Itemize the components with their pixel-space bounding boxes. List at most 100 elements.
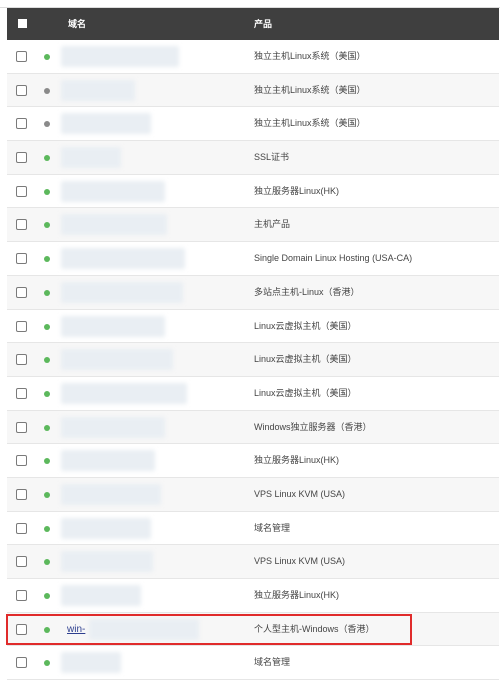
status-dot-icon [44, 289, 50, 296]
row-checkbox[interactable] [16, 590, 27, 601]
table-row[interactable]: Windows独立服务器（香港） [7, 410, 499, 445]
redacted-domain-mask [61, 214, 167, 236]
row-checkbox[interactable] [16, 387, 27, 399]
table-row[interactable]: VPS Linux KVM (USA) [7, 477, 499, 512]
table-row[interactable]: 域名管理 [7, 511, 499, 546]
redacted-domain-mask [61, 113, 151, 135]
row-checkbox[interactable] [16, 118, 27, 130]
status-dot-icon [44, 660, 50, 667]
row-checkbox[interactable] [16, 84, 27, 96]
status-dot-icon [44, 525, 50, 532]
domain-link[interactable]: win- [67, 613, 85, 646]
row-checkbox[interactable] [16, 354, 27, 366]
status-dot-icon [44, 390, 50, 397]
table-row[interactable]: Linux云虚拟主机（美国） [7, 309, 499, 344]
table-row[interactable]: VPS Linux KVM (USA) [7, 545, 499, 579]
row-checkbox[interactable] [16, 320, 27, 332]
product-name: 主机产品 [254, 219, 291, 230]
row-checkbox[interactable] [16, 152, 27, 164]
status-dot-icon [44, 424, 50, 431]
status-dot-icon [44, 357, 50, 364]
row-checkbox[interactable] [16, 522, 27, 534]
row-checkbox[interactable] [16, 556, 27, 568]
row-checkbox[interactable] [16, 286, 27, 298]
column-header-product[interactable]: 产品 [254, 8, 272, 40]
status-dot-icon [44, 188, 50, 195]
redacted-domain-mask [61, 281, 183, 303]
product-name: 独立服务器Linux(HK) [254, 455, 340, 466]
status-dot-icon [44, 626, 50, 633]
status-dot-icon [44, 256, 50, 263]
table-row[interactable]: win- 个人型主机-Windows（香港） [7, 612, 499, 647]
product-name: 独立主机Linux系统（美国） [254, 118, 366, 129]
table-row[interactable]: 独立服务器Linux(HK) [7, 444, 499, 478]
product-name: VPS Linux KVM (USA) [254, 556, 346, 567]
product-name: SSL证书 [254, 152, 290, 163]
row-checkbox[interactable] [16, 51, 27, 62]
redacted-domain-mask [61, 450, 155, 472]
product-name: 域名管理 [254, 522, 291, 533]
status-dot-icon [44, 54, 50, 60]
row-checkbox[interactable] [16, 455, 27, 467]
redacted-domain-mask [61, 349, 173, 371]
product-name: 域名管理 [254, 657, 291, 668]
row-checkbox[interactable] [16, 623, 27, 635]
redacted-domain-mask [61, 652, 121, 674]
product-name: 独立主机Linux系统（美国） [254, 51, 366, 61]
domain-text[interactable]: win- [67, 624, 85, 635]
row-checkbox[interactable] [16, 253, 27, 265]
select-all-checkbox[interactable] [18, 19, 27, 28]
product-name: Linux云虚拟主机（美国） [254, 387, 357, 398]
row-checkbox[interactable] [16, 421, 27, 433]
table-row[interactable]: 独立服务器Linux(HK) [7, 579, 499, 613]
redacted-domain-mask [61, 551, 153, 573]
redacted-domain-mask [61, 248, 185, 270]
status-dot-icon [44, 593, 50, 599]
product-name: VPS Linux KVM (USA) [254, 488, 346, 499]
product-name: Single Domain Linux Hosting (USA-CA) [254, 253, 413, 264]
product-name: 独立服务器Linux(HK) [254, 185, 340, 196]
table-row[interactable]: Single Domain Linux Hosting (USA-CA) [7, 242, 499, 276]
product-name: 个人型主机-Windows（香港） [254, 623, 375, 634]
product-name: 多站点主机-Linux（香港） [254, 286, 360, 297]
redacted-domain-mask [61, 147, 121, 169]
product-name: 独立服务器Linux(HK) [254, 590, 340, 600]
redacted-domain-mask [61, 46, 179, 67]
table-row[interactable]: 独立主机Linux系统（美国） [7, 107, 499, 142]
redacted-domain-mask [61, 382, 187, 404]
status-dot-icon [44, 87, 50, 94]
table-row[interactable]: 多站点主机-Linux（香港） [7, 275, 499, 310]
product-name: 独立主机Linux系统（美国） [254, 84, 366, 95]
table-row[interactable]: 独立服务器Linux(HK) [7, 174, 499, 209]
status-dot-icon [44, 323, 50, 330]
table-body: 独立主机Linux系统（美国） 独立主机Linux系统（美国） 独立主机Linux系… [7, 40, 499, 680]
product-name: Windows独立服务器（香港） [254, 421, 372, 432]
column-header-domain[interactable]: 域名 [68, 8, 86, 40]
table-row[interactable]: Linux云虚拟主机（美国） [7, 343, 499, 377]
table-row[interactable]: 独立主机Linux系统（美国） [7, 73, 499, 108]
table-row[interactable]: SSL证书 [7, 141, 499, 175]
table-row[interactable]: 独立主机Linux系统（美国） [7, 40, 499, 74]
status-dot-icon [44, 222, 50, 229]
status-dot-icon [44, 491, 50, 498]
row-checkbox[interactable] [16, 488, 27, 500]
status-dot-icon [44, 155, 50, 162]
table-header: 域名 产品 [7, 8, 499, 40]
redacted-domain-mask [61, 483, 161, 505]
redacted-domain-mask [61, 180, 165, 202]
status-dot-icon [44, 121, 50, 128]
table-row[interactable]: 域名管理 [7, 646, 499, 680]
status-dot-icon [44, 559, 50, 566]
page: 域名 产品 独立主机Linux系统（美国） 独立主机Linux系统（美国） 独立主机… [0, 0, 500, 680]
redacted-domain-mask [61, 315, 165, 337]
row-checkbox[interactable] [16, 185, 27, 197]
table-row[interactable]: Linux云虚拟主机（美国） [7, 376, 499, 411]
redacted-domain-mask [89, 618, 199, 640]
row-checkbox[interactable] [16, 219, 27, 231]
redacted-domain-mask [61, 517, 151, 539]
redacted-domain-mask [61, 585, 141, 606]
row-checkbox[interactable] [16, 657, 27, 669]
table-row[interactable]: 主机产品 [7, 208, 499, 243]
status-dot-icon [44, 458, 50, 465]
top-strip [0, 0, 500, 8]
